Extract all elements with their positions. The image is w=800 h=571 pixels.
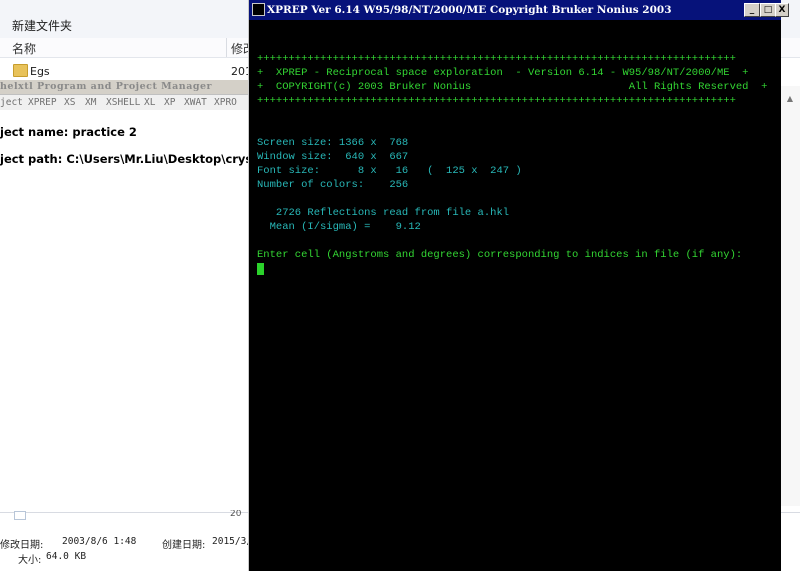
modified-date-value: 2003/8/6 1:48	[62, 536, 137, 547]
minimize-button[interactable]: _	[744, 3, 760, 17]
menu-item-xprep[interactable]: XPREP	[28, 97, 57, 108]
project-name-label: ject name: practice 2	[0, 125, 137, 139]
shelxtl-title-bar[interactable]: helxtl Program and Project Manager	[0, 80, 248, 95]
project-path-label: ject path: C:\Users\Mr.Liu\Desktop\cryst…	[0, 152, 248, 166]
close-button[interactable]: X	[775, 3, 789, 17]
console-reflections: 2726 Reflections read from file a.hkl	[257, 207, 510, 219]
window-title: helxtl Program and Project Manager	[0, 81, 213, 92]
console-header-line: + COPYRIGHT(c) 2003 Bruker Nonius All Ri…	[257, 81, 768, 93]
menu-item-xwat[interactable]: XWAT	[184, 97, 207, 108]
menu-item-xpro[interactable]: XPRO	[214, 97, 237, 108]
column-divider[interactable]	[226, 38, 227, 57]
created-date-label: 创建日期:	[162, 540, 206, 551]
menu-item-xl[interactable]: XL	[144, 97, 155, 108]
console-app-icon[interactable]	[252, 3, 265, 16]
vertical-scrollbar[interactable]	[780, 86, 800, 506]
new-folder-button[interactable]: 新建文件夹	[12, 17, 72, 34]
shelxtl-menu-bar: ject XPREP XS XM XSHELL XL XP XWAT XPRO	[0, 95, 248, 110]
console-header-line: + XPREP - Reciprocal space exploration -…	[257, 67, 749, 79]
scroll-up-arrow-icon[interactable]: ▲	[785, 94, 795, 104]
console-screen-size: Screen size: 1366 x 768	[257, 137, 409, 149]
created-date-value: 2015/3/	[212, 536, 253, 547]
console-font-size: Font size: 8 x 16 ( 125 x 247 )	[257, 165, 522, 177]
console-mean-i-sigma: Mean (I/sigma) = 9.12	[257, 221, 421, 233]
console-border-line: ++++++++++++++++++++++++++++++++++++++++…	[257, 53, 736, 65]
console-output[interactable]: ++++++++++++++++++++++++++++++++++++++++…	[257, 38, 779, 304]
console-window-size: Window size: 640 x 667	[257, 151, 409, 163]
console-border-line: ++++++++++++++++++++++++++++++++++++++++…	[257, 95, 736, 107]
size-label: 大小:	[18, 555, 42, 566]
console-prompt: Enter cell (Angstroms and degrees) corre…	[257, 249, 743, 261]
shelxtl-project-manager-window: helxtl Program and Project Manager ject …	[0, 80, 248, 510]
modified-date-label: 修改日期:	[0, 540, 44, 551]
window-title: XPREP Ver 6.14 W95/98/NT/2000/ME Copyrig…	[267, 4, 672, 16]
column-header-name[interactable]: 名称	[12, 40, 36, 57]
xprep-title-bar[interactable]: XPREP Ver 6.14 W95/98/NT/2000/ME Copyrig…	[249, 0, 781, 20]
xprep-console-window: XPREP Ver 6.14 W95/98/NT/2000/ME Copyrig…	[248, 0, 781, 571]
menu-item-project[interactable]: ject	[0, 97, 23, 108]
file-name: Egs	[30, 65, 50, 78]
console-color-count: Number of colors: 256	[257, 179, 409, 191]
folder-icon	[13, 64, 28, 77]
menu-item-xm[interactable]: XM	[85, 97, 96, 108]
size-value: 64.0 KB	[46, 551, 87, 562]
file-icon	[14, 511, 26, 520]
maximize-button[interactable]: □	[760, 3, 776, 17]
text-cursor	[257, 263, 264, 275]
menu-item-xs[interactable]: XS	[64, 97, 75, 108]
menu-item-xshell[interactable]: XSHELL	[106, 97, 140, 108]
file-date: 20	[230, 509, 242, 519]
menu-item-xp[interactable]: XP	[164, 97, 175, 108]
